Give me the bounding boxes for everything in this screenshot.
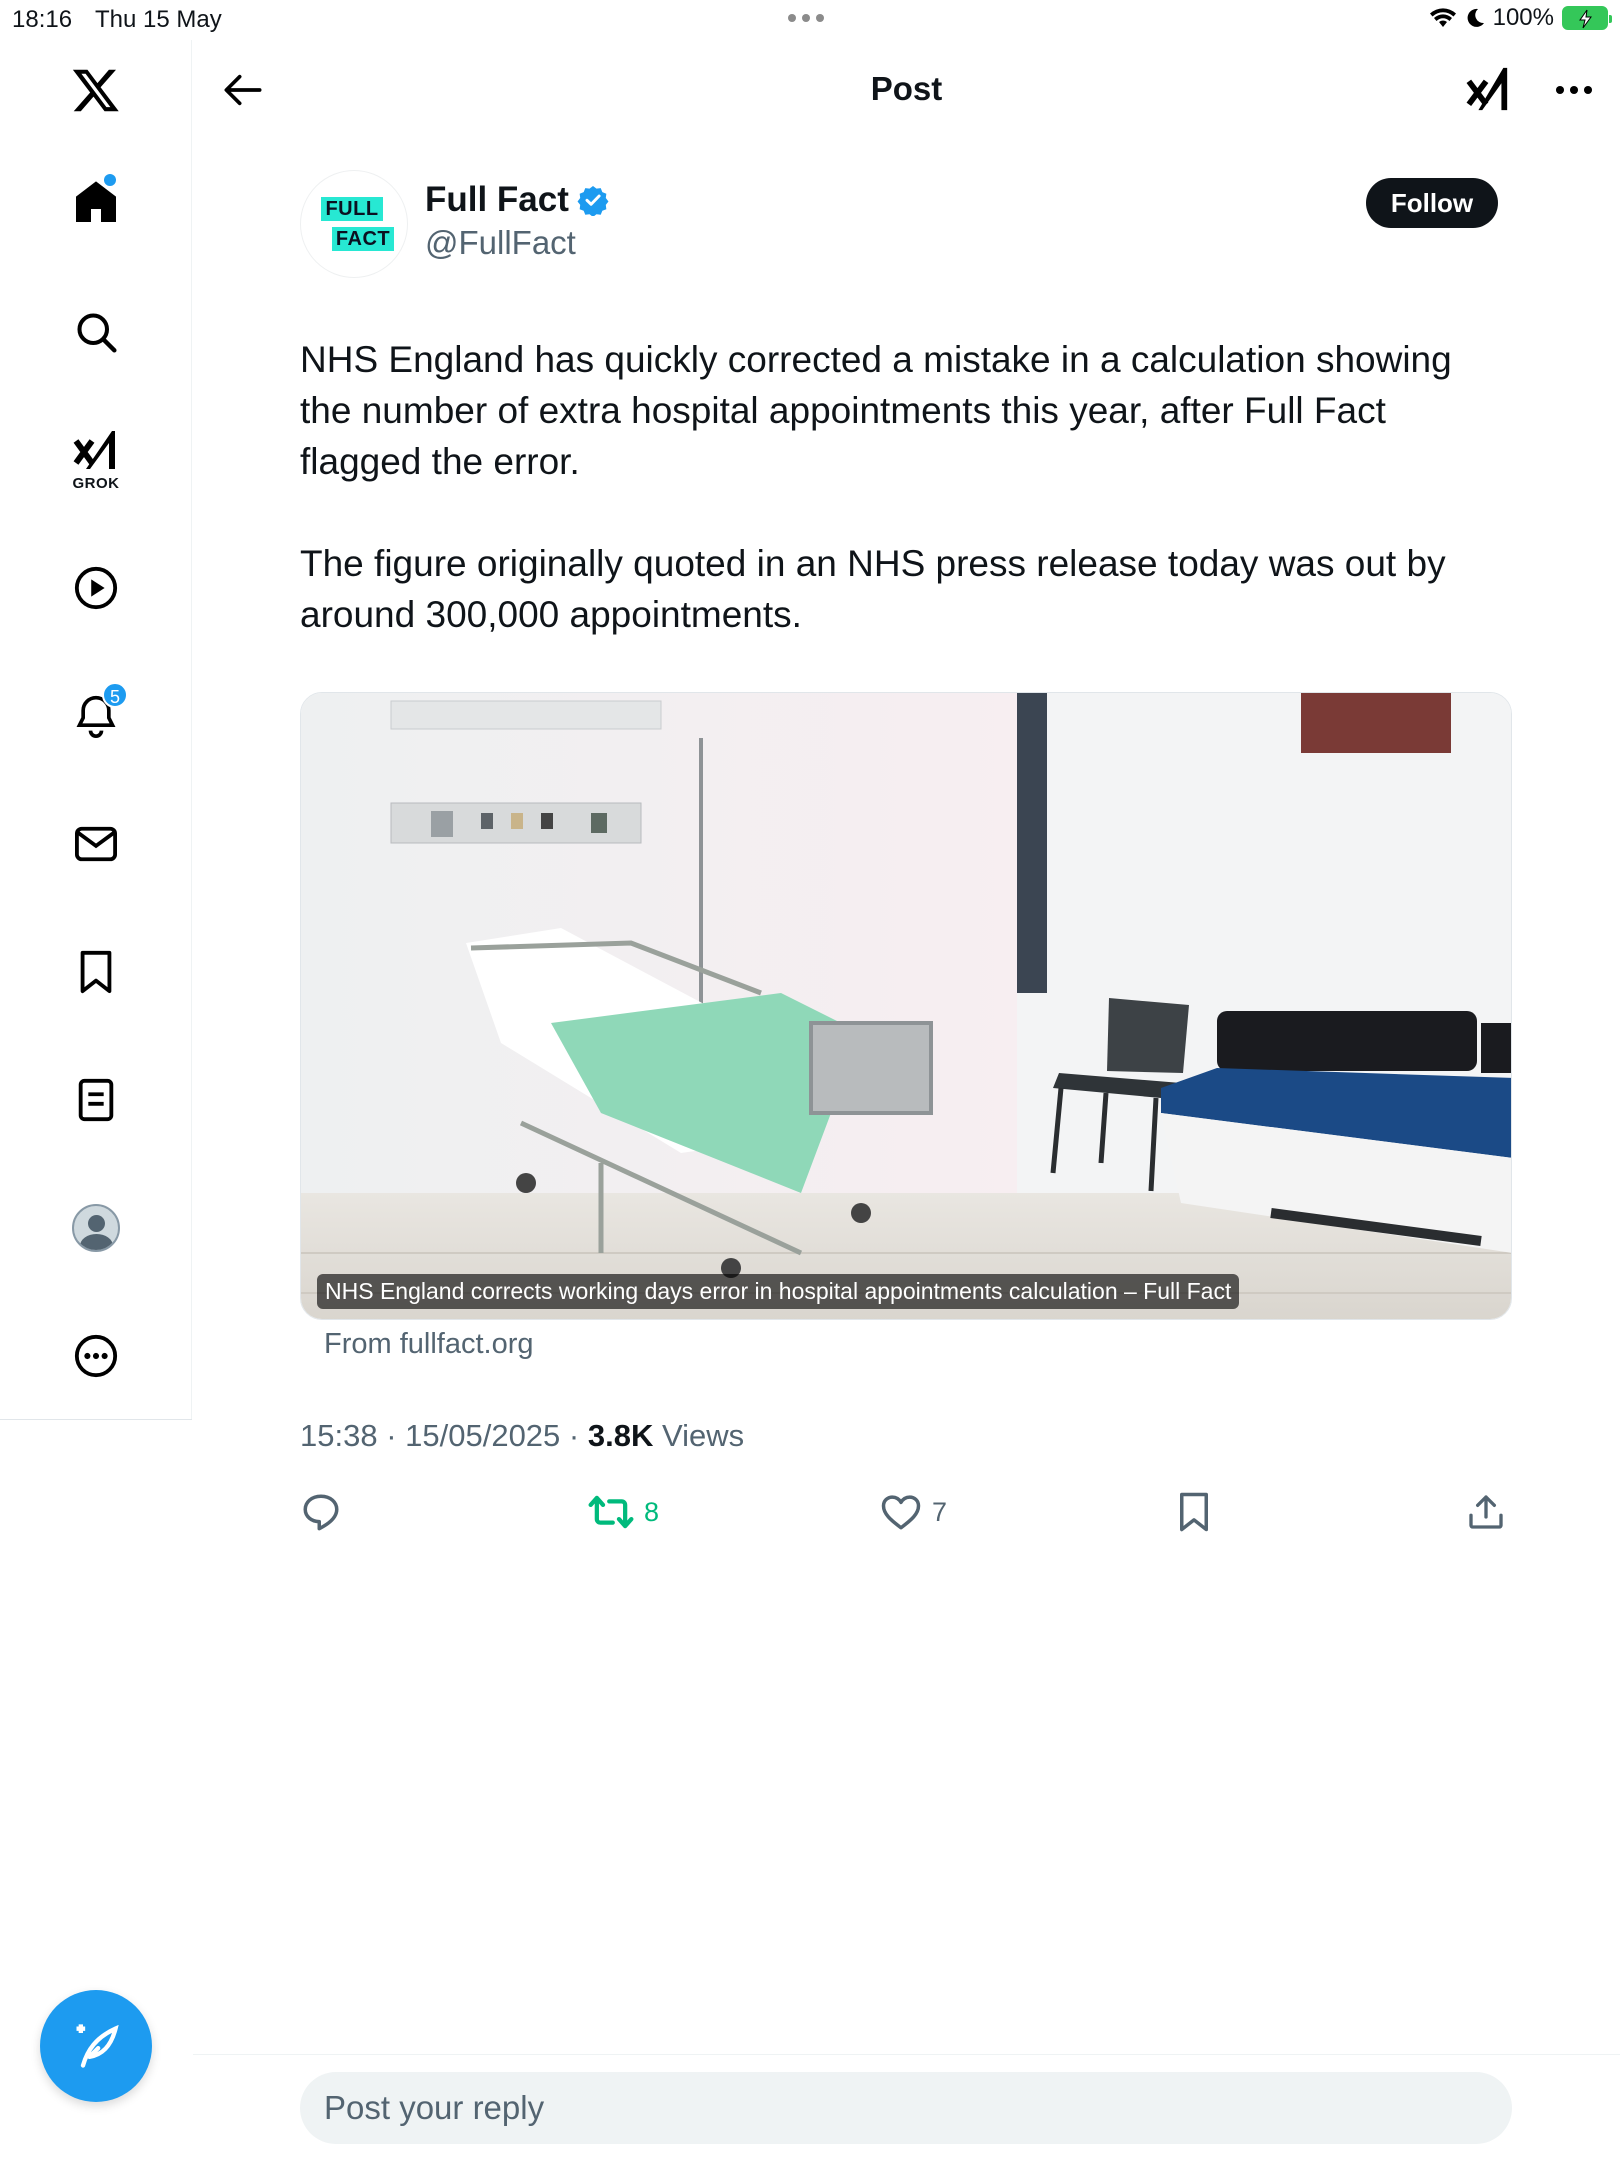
more-circle-icon [74, 1334, 118, 1378]
sidebar: GROK 5 [0, 40, 192, 1420]
bookmark-icon [80, 950, 112, 994]
bookmark-icon [1180, 1492, 1208, 1532]
follow-button[interactable]: Follow [1366, 178, 1498, 228]
share-icon [1469, 1495, 1503, 1529]
verified-badge-icon [577, 186, 609, 216]
views-count: 3.8K [587, 1418, 654, 1453]
meta-separator: · [568, 1418, 588, 1453]
post-header: Post [193, 40, 1620, 140]
hospital-room-image [301, 693, 1511, 1319]
author-name-text: Full Fact [425, 180, 569, 219]
multitasking-dots-icon[interactable] [788, 14, 824, 22]
sidebar-item-notifications[interactable]: 5 [56, 676, 136, 756]
sidebar-divider [0, 1419, 192, 1420]
repost-icon [588, 1495, 634, 1529]
post-time[interactable]: 15:38 [300, 1418, 378, 1453]
reply-divider [193, 2054, 1620, 2055]
sidebar-item-profile[interactable] [56, 1188, 136, 1268]
sidebar-item-messages[interactable] [56, 804, 136, 884]
bookmark-button[interactable] [1176, 1486, 1212, 1538]
mail-icon [75, 826, 117, 862]
author-name[interactable]: Full Fact [425, 180, 609, 220]
share-button[interactable] [1466, 1486, 1506, 1538]
status-time: 18:16 [12, 6, 73, 33]
post-date[interactable]: 15/05/2025 [405, 1418, 560, 1453]
post-text: NHS England has quickly corrected a mist… [300, 339, 1452, 635]
grok-label: GROK [72, 474, 120, 492]
home-unread-dot [104, 174, 116, 186]
views-label: Views [661, 1418, 745, 1453]
avatar [72, 1204, 120, 1252]
repost-count: 8 [644, 1496, 660, 1527]
notification-badge: 5 [102, 682, 128, 708]
wifi-icon [1429, 8, 1456, 27]
x-logo-icon[interactable] [56, 50, 136, 130]
status-date: Thu 15 May [95, 6, 222, 33]
grok-button[interactable] [1465, 64, 1511, 119]
battery-percent: 100% [1492, 4, 1554, 31]
sidebar-item-bookmarks[interactable] [56, 932, 136, 1012]
status-right: 100% [1429, 4, 1612, 32]
grok-icon [73, 430, 115, 469]
list-icon [78, 1078, 114, 1122]
post-actions: 8 7 [300, 1486, 1512, 1538]
page-title: Post [870, 70, 943, 107]
battery-charging-icon [1562, 6, 1612, 30]
avatar-logo-line1: FULL [321, 197, 383, 221]
sidebar-item-more[interactable] [56, 1316, 136, 1396]
moon-icon [1467, 8, 1484, 27]
more-options-button[interactable] [1553, 70, 1595, 115]
reply-icon [303, 1494, 339, 1531]
reply-input[interactable]: Post your reply [300, 2072, 1512, 2144]
play-icon [74, 566, 118, 610]
sidebar-item-lists[interactable] [56, 1060, 136, 1140]
card-source[interactable]: From fullfact.org [324, 1328, 534, 1361]
more-horizontal-icon [1555, 85, 1593, 95]
card-caption: NHS England corrects working days error … [317, 1274, 1240, 1309]
post-meta: 15:38 · 15/05/2025 · 3.8K Views [300, 1418, 744, 1454]
avatar-logo-line2: FACT [331, 227, 395, 251]
sidebar-item-videos[interactable] [56, 548, 136, 628]
heart-icon [881, 1495, 921, 1530]
repost-button[interactable]: 8 [588, 1486, 659, 1538]
author-avatar[interactable]: FULL FACT [300, 170, 408, 278]
like-count: 7 [932, 1496, 948, 1527]
link-card[interactable]: NHS England corrects working days error … [300, 692, 1512, 1320]
reply-button[interactable] [300, 1486, 342, 1538]
meta-separator: · [386, 1418, 406, 1453]
like-button[interactable]: 7 [880, 1486, 947, 1538]
status-bar: 18:16 Thu 15 May 100% [0, 0, 1620, 40]
compose-feather-icon [76, 2024, 119, 2068]
author-handle[interactable]: @FullFact [425, 224, 576, 262]
grok-icon [1466, 67, 1508, 111]
compose-post-button[interactable] [40, 1990, 152, 2102]
search-icon [77, 313, 117, 353]
sidebar-item-home[interactable] [56, 162, 136, 242]
sidebar-item-grok[interactable]: GROK [56, 420, 136, 500]
sidebar-item-search[interactable] [56, 292, 136, 372]
